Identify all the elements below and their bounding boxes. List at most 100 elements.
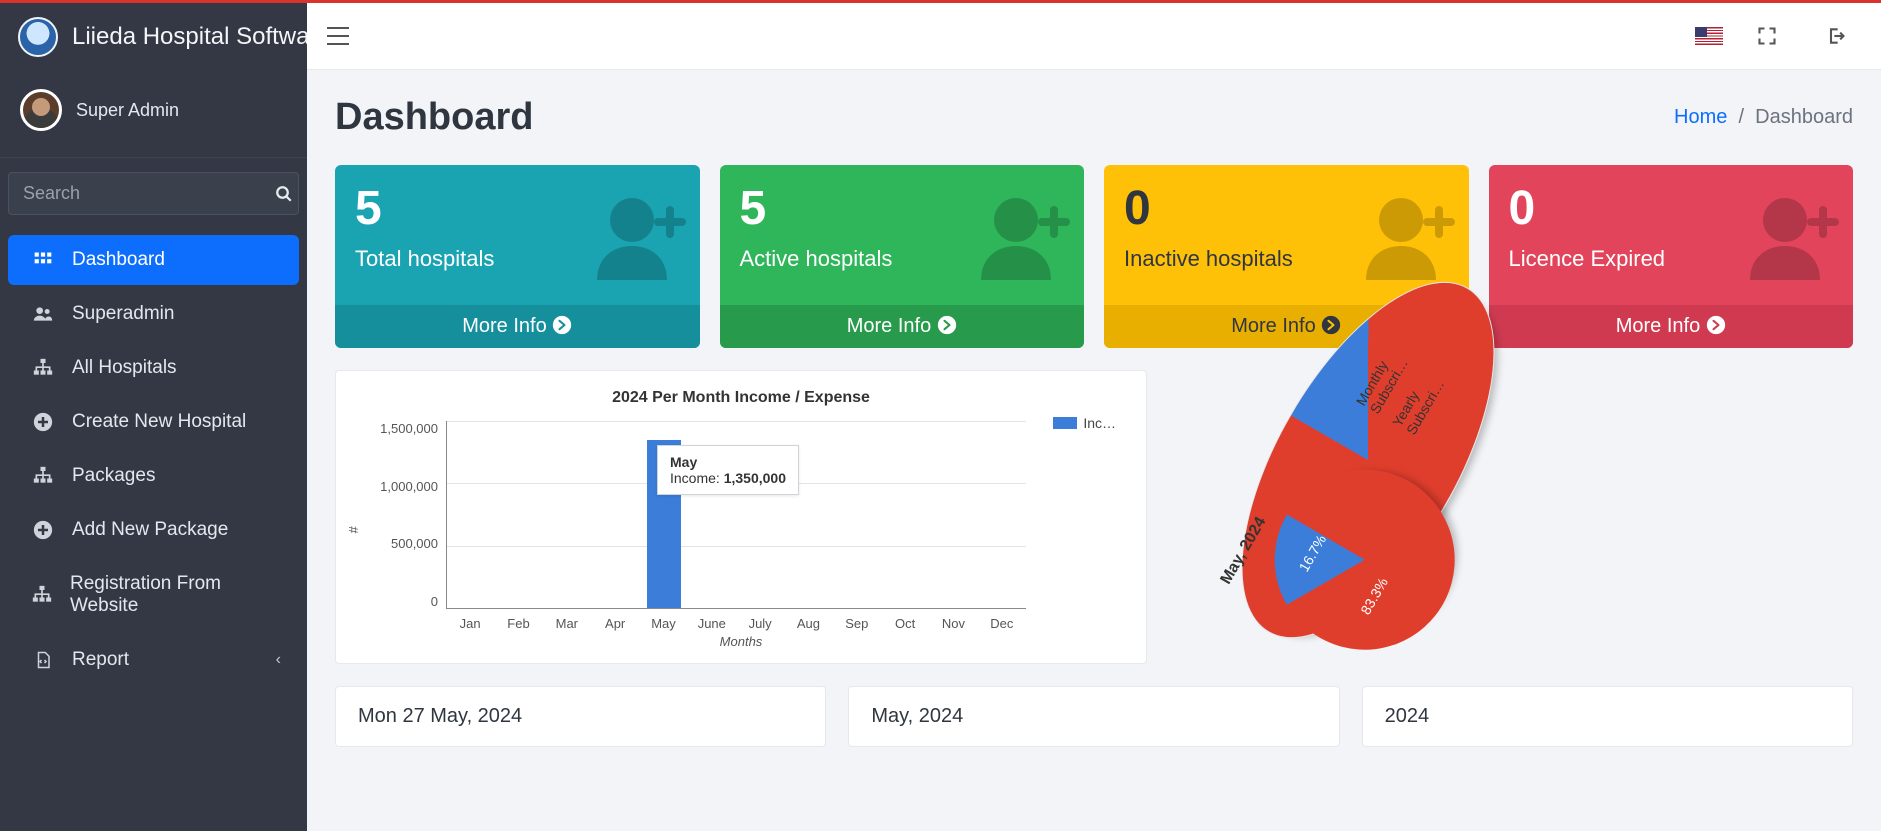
x-axis-ticks: JanFebMarAprMayJuneJulyAugSepOctNovDec bbox=[446, 616, 1026, 631]
user-plus-icon bbox=[976, 190, 1076, 280]
x-tick: Apr bbox=[591, 616, 639, 631]
arrow-circle-right-icon bbox=[552, 315, 572, 335]
summary-panel-title: 2024 bbox=[1385, 705, 1830, 728]
sidebar-item-dashboard[interactable]: Dashboard bbox=[8, 235, 299, 285]
x-tick: Dec bbox=[978, 616, 1026, 631]
sitemap-icon bbox=[30, 466, 56, 486]
search-input[interactable] bbox=[8, 172, 269, 215]
sidebar-item-label: Create New Hospital bbox=[72, 411, 246, 433]
breadcrumb-home[interactable]: Home bbox=[1674, 106, 1727, 128]
sidebar-item-label: Report bbox=[72, 649, 129, 671]
user-plus-icon bbox=[592, 190, 692, 280]
bar-chart: Inc… # 1,500,0001,000,000500,0000 May In… bbox=[356, 415, 1126, 645]
page-header: Dashboard Home / Dashboard bbox=[335, 96, 1853, 139]
menu-toggle-icon[interactable] bbox=[327, 27, 349, 45]
main: Dashboard Home / Dashboard 5Total hospit… bbox=[307, 0, 1881, 831]
x-tick: May bbox=[639, 616, 687, 631]
search-icon bbox=[275, 185, 293, 203]
sidebar-search bbox=[8, 172, 299, 215]
users-icon bbox=[30, 304, 56, 324]
x-tick: Jan bbox=[446, 616, 494, 631]
user-plus-icon bbox=[1745, 190, 1845, 280]
legend-swatch-icon bbox=[1053, 417, 1077, 429]
plus-icon bbox=[30, 520, 56, 540]
sidebar-nav: Dashboard Superadmin All Hospitals Create N… bbox=[0, 231, 307, 689]
x-tick: June bbox=[688, 616, 736, 631]
stat-card-total-hospitals: 5Total hospitalsMore Info bbox=[335, 165, 700, 348]
y-axis-label: # bbox=[346, 526, 361, 533]
grid-icon bbox=[30, 250, 56, 270]
stat-card-licence-expired: 0Licence ExpiredMore Info bbox=[1489, 165, 1854, 348]
x-axis-label: Months bbox=[720, 634, 763, 649]
sidebar-item-label: Registration From Website bbox=[70, 573, 277, 617]
breadcrumb-current: Dashboard bbox=[1755, 106, 1853, 128]
sidebar-item-create-new-hospital[interactable]: Create New Hospital bbox=[8, 397, 299, 447]
sidebar-item-label: Add New Package bbox=[72, 519, 228, 541]
sidebar-item-label: All Hospitals bbox=[72, 357, 177, 379]
user-name: Super Admin bbox=[76, 100, 179, 121]
sitemap-icon bbox=[30, 358, 56, 378]
x-tick: July bbox=[736, 616, 784, 631]
stat-more-link[interactable]: More Info bbox=[335, 305, 700, 348]
legend-label: Inc… bbox=[1083, 415, 1116, 431]
legend-dot-icon bbox=[1350, 412, 1369, 431]
summary-panel: May, 2024 bbox=[848, 686, 1339, 747]
fullscreen-icon[interactable] bbox=[1743, 26, 1791, 46]
x-tick: Mar bbox=[543, 616, 591, 631]
pie-slice-label: 16.7% bbox=[1296, 532, 1330, 574]
topbar bbox=[307, 0, 1881, 70]
chevron-left-icon: ‹ bbox=[276, 651, 281, 669]
sidebar-item-all-hospitals[interactable]: All Hospitals bbox=[8, 343, 299, 393]
sidebar-item-label: Superadmin bbox=[72, 303, 174, 325]
sidebar-item-label: Dashboard bbox=[72, 249, 165, 271]
language-flag-icon[interactable] bbox=[1695, 27, 1723, 45]
plus-icon bbox=[30, 412, 56, 432]
sidebar-item-add-new-package[interactable]: Add New Package bbox=[8, 505, 299, 555]
sidebar-item-superadmin[interactable]: Superadmin bbox=[8, 289, 299, 339]
x-tick: Nov bbox=[929, 616, 977, 631]
x-tick: Oct bbox=[881, 616, 929, 631]
page-title: Dashboard bbox=[335, 96, 533, 139]
chart-plot: May Income: 1,350,000 bbox=[446, 421, 1026, 609]
sidebar-item-packages[interactable]: Packages bbox=[8, 451, 299, 501]
breadcrumb-sep: / bbox=[1733, 106, 1755, 128]
summary-panel-title: May, 2024 bbox=[871, 705, 1316, 728]
income-expense-chart-panel: 2024 Per Month Income / Expense Inc… # 1… bbox=[335, 370, 1147, 664]
user-plus-icon bbox=[1361, 190, 1461, 280]
y-tick: 1,500,000 bbox=[380, 421, 438, 436]
legend-dot-icon bbox=[1386, 433, 1405, 452]
stat-more-link[interactable]: More Info bbox=[1489, 305, 1854, 348]
y-axis-ticks: 1,500,000 1,000,000 500,000 0 bbox=[368, 421, 438, 609]
search-button[interactable] bbox=[269, 172, 299, 215]
brand-logo-icon bbox=[18, 17, 58, 57]
user-block[interactable]: Super Admin bbox=[0, 71, 307, 158]
chart-title: 2024 Per Month Income / Expense bbox=[356, 389, 1126, 407]
chart-legend: Inc… bbox=[1053, 415, 1116, 431]
avatar bbox=[20, 89, 62, 131]
summary-panel-title: Mon 27 May, 2024 bbox=[358, 705, 803, 728]
y-tick: 500,000 bbox=[391, 536, 438, 551]
report-icon bbox=[30, 649, 56, 671]
stat-cards: 5Total hospitalsMore Info 5Active hospit… bbox=[335, 165, 1853, 348]
bottom-panels: Mon 27 May, 2024 May, 2024 2024 bbox=[335, 686, 1853, 747]
x-tick: Aug bbox=[784, 616, 832, 631]
x-tick: Feb bbox=[494, 616, 542, 631]
sidebar-item-registration-from-website[interactable]: Registration From Website bbox=[8, 559, 299, 631]
pie-slice-label: 83.3% bbox=[1357, 575, 1391, 617]
summary-panel: Mon 27 May, 2024 bbox=[335, 686, 826, 747]
arrow-circle-right-icon bbox=[937, 315, 957, 335]
content: Dashboard Home / Dashboard 5Total hospit… bbox=[307, 70, 1881, 773]
logout-icon[interactable] bbox=[1811, 26, 1861, 46]
x-tick: Sep bbox=[833, 616, 881, 631]
stat-more-link[interactable]: More Info bbox=[720, 305, 1085, 348]
sidebar: Liieda Hospital Softwa Super Admin Dashb… bbox=[0, 0, 307, 831]
y-tick: 0 bbox=[431, 594, 438, 609]
arrow-circle-right-icon bbox=[1706, 315, 1726, 335]
arrow-circle-right-icon bbox=[1321, 315, 1341, 335]
sidebar-item-label: Packages bbox=[72, 465, 155, 487]
chart-tooltip: May Income: 1,350,000 bbox=[657, 445, 799, 495]
sidebar-item-report[interactable]: Report ‹ bbox=[8, 635, 299, 685]
brand[interactable]: Liieda Hospital Softwa bbox=[0, 3, 307, 71]
brand-name: Liieda Hospital Softwa bbox=[72, 23, 307, 51]
y-tick: 1,000,000 bbox=[380, 479, 438, 494]
